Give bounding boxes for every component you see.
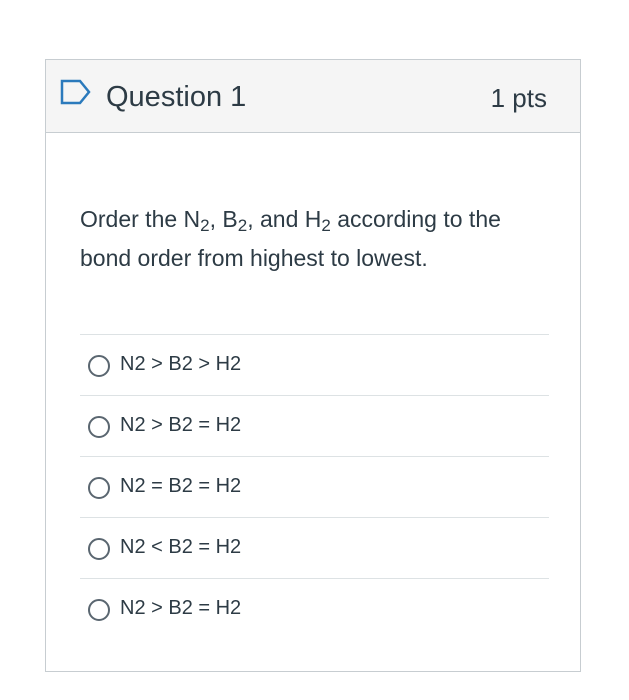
- answer-label[interactable]: N2 > B2 > H2: [120, 350, 241, 378]
- question-text-part: Order the N: [80, 206, 201, 232]
- answer-label[interactable]: N2 < B2 = H2: [120, 533, 241, 561]
- subscript: 2: [321, 216, 331, 235]
- question-header: Question 1 1 pts: [46, 60, 580, 133]
- radio-unchecked-icon[interactable]: [88, 599, 110, 621]
- answer-option[interactable]: N2 > B2 = H2: [80, 578, 549, 639]
- answer-option[interactable]: N2 = B2 = H2: [80, 456, 549, 517]
- subscript: 2: [237, 216, 248, 235]
- subscript: 2: [200, 216, 210, 235]
- answer-label[interactable]: N2 > B2 = H2: [120, 594, 241, 622]
- question-text-part: , B: [209, 206, 238, 232]
- question-text: Order the N2, B2, and H2 according to th…: [80, 200, 550, 278]
- radio-unchecked-icon[interactable]: [88, 416, 110, 438]
- radio-unchecked-icon[interactable]: [88, 538, 110, 560]
- question-title: Question 1: [106, 81, 247, 113]
- answer-option[interactable]: N2 < B2 = H2: [80, 517, 549, 578]
- question-text-part: , and H: [247, 206, 322, 232]
- flag-question-icon[interactable]: [60, 79, 92, 107]
- answer-list: N2 > B2 > H2 N2 > B2 = H2 N2 = B2 = H2 N…: [80, 334, 549, 639]
- radio-unchecked-icon[interactable]: [88, 355, 110, 377]
- answer-option[interactable]: N2 > B2 > H2: [80, 334, 549, 395]
- answer-label[interactable]: N2 > B2 = H2: [120, 411, 241, 439]
- answer-option[interactable]: N2 > B2 = H2: [80, 395, 549, 456]
- question-points: 1 pts: [490, 83, 547, 113]
- answer-label[interactable]: N2 = B2 = H2: [120, 472, 241, 500]
- radio-unchecked-icon[interactable]: [88, 477, 110, 499]
- question-card: Question 1 1 pts Order the N2, B2, and H…: [45, 59, 581, 672]
